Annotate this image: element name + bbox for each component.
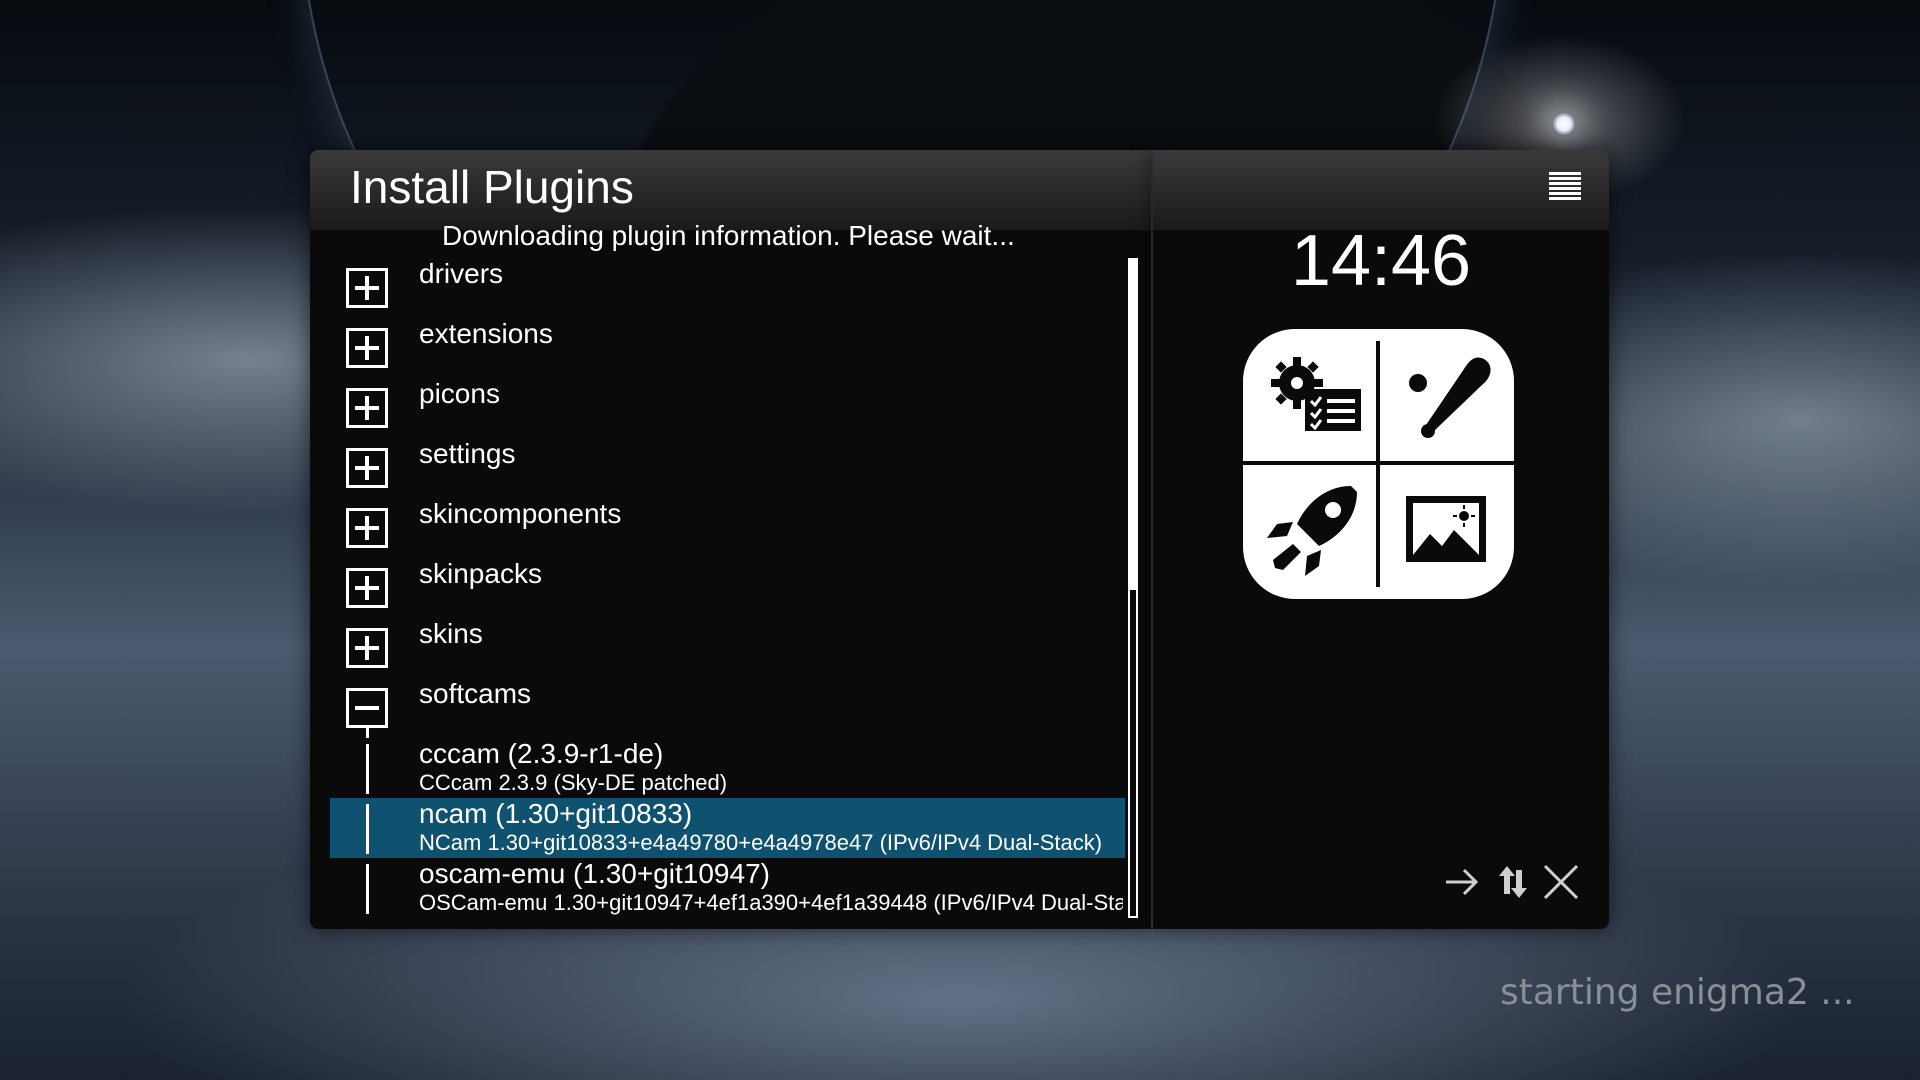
plugin-row-cccam[interactable]: cccam (2.3.9-r1-de) CCcam 2.3.9 (Sky-DE …: [330, 726, 1125, 798]
plugin-description: CCcam 2.3.9 (Sky-DE patched): [419, 770, 728, 795]
category-label: drivers: [419, 258, 504, 289]
boot-message: starting enigma2 ...: [1500, 972, 1855, 1013]
expand-plus-icon[interactable]: [346, 268, 388, 308]
plugin-manager-logo: [1243, 329, 1514, 599]
settings-list-icon: [1253, 339, 1373, 459]
sort-arrows-icon[interactable]: [1493, 862, 1533, 902]
rocket-icon: [1253, 472, 1373, 592]
plugin-row-oscam-emu[interactable]: oscam-emu (1.30+git10947) OSCam-emu 1.30…: [330, 858, 1125, 918]
tree-connector: [366, 726, 369, 738]
expand-plus-icon[interactable]: [346, 568, 388, 608]
category-label: settings: [419, 438, 516, 469]
category-row-picons[interactable]: picons: [330, 378, 1125, 438]
plugin-name: cccam (2.3.9-r1-de): [419, 738, 664, 769]
list-scrollbar[interactable]: [1128, 258, 1138, 918]
sun-glow: [1552, 112, 1576, 136]
category-label: softcams: [419, 678, 532, 709]
tree-line: [366, 864, 369, 914]
tree-line: [366, 744, 369, 794]
category-row-skincomponents[interactable]: skincomponents: [330, 498, 1125, 558]
plugin-description: NCam 1.30+git10833+e4a49780+e4a4978e47 (…: [419, 830, 1103, 855]
side-header: [1153, 150, 1609, 230]
tree-line: [366, 804, 369, 854]
category-label: picons: [419, 378, 500, 409]
page-title: Install Plugins: [350, 161, 634, 213]
category-row-softcams[interactable]: softcams: [330, 678, 1125, 738]
close-icon[interactable]: [1541, 862, 1581, 902]
arrow-right-icon[interactable]: [1442, 862, 1482, 902]
expand-plus-icon[interactable]: [346, 328, 388, 368]
logo-divider: [1243, 461, 1514, 465]
clock: 14:46: [1290, 221, 1472, 301]
category-row-skinpacks[interactable]: skinpacks: [330, 558, 1125, 618]
category-label: skinpacks: [419, 558, 542, 589]
category-row-settings[interactable]: settings: [330, 438, 1125, 498]
category-row-extensions[interactable]: extensions: [330, 318, 1125, 378]
baseball-bat-icon: [1386, 339, 1506, 459]
expand-plus-icon[interactable]: [346, 508, 388, 548]
category-row-skins[interactable]: skins: [330, 618, 1125, 678]
expand-plus-icon[interactable]: [346, 628, 388, 668]
collapse-minus-icon[interactable]: [346, 688, 388, 728]
plugin-row-ncam[interactable]: ncam (1.30+git10833) NCam 1.30+git10833+…: [330, 798, 1125, 858]
plugin-name: ncam (1.30+git10833): [419, 798, 693, 829]
scrollbar-thumb[interactable]: [1130, 260, 1136, 590]
category-label: skins: [419, 618, 483, 649]
plugin-description: OSCam-emu 1.30+git10947+4ef1a390+4ef1a39…: [419, 890, 1123, 915]
category-label: skincomponents: [419, 498, 622, 529]
category-label: extensions: [419, 318, 553, 349]
status-message: Downloading plugin information. Please w…: [442, 220, 1015, 251]
picture-icon: [1386, 472, 1506, 592]
plugin-name: oscam-emu (1.30+git10947): [419, 858, 770, 889]
category-row-drivers[interactable]: drivers: [330, 258, 1125, 318]
expand-plus-icon[interactable]: [346, 448, 388, 488]
menu-icon[interactable]: [1549, 172, 1581, 202]
expand-plus-icon[interactable]: [346, 388, 388, 428]
